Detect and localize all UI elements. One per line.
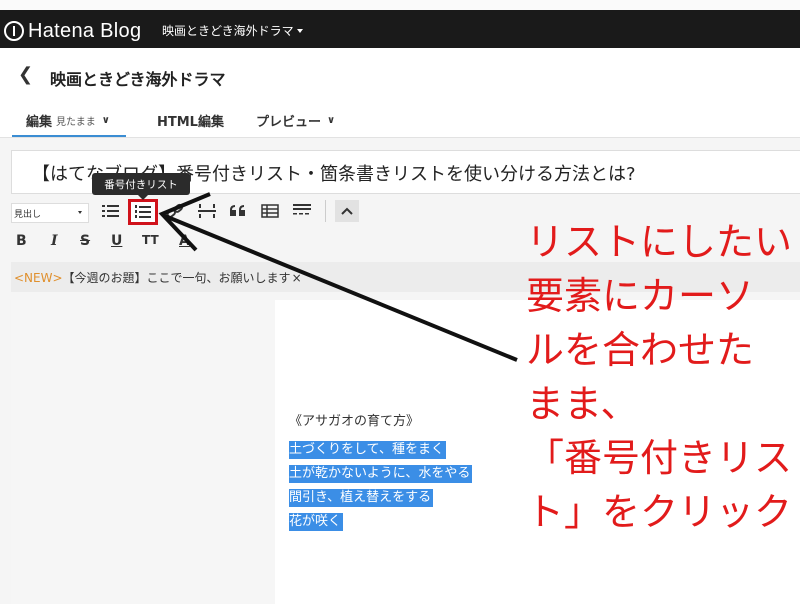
new-badge: <NEW>	[14, 271, 63, 285]
caret-down-icon	[296, 28, 303, 33]
annotation-line: ト」をクリック	[526, 490, 793, 534]
blog-selector-label: 映画ときどき海外ドラマ	[162, 24, 294, 38]
table-icon[interactable]	[258, 200, 282, 222]
tab-html-edit[interactable]: HTML編集	[157, 104, 224, 137]
list-item-text: 花が咲く	[289, 513, 344, 531]
chevron-left-icon[interactable]: ❮	[18, 64, 33, 85]
page-title: 映画ときどき海外ドラマ	[50, 70, 226, 89]
close-icon[interactable]: ×	[292, 271, 302, 285]
dropdown-arrow-icon	[78, 211, 82, 214]
hatena-logo-icon	[4, 21, 24, 41]
read-more-icon[interactable]	[290, 200, 314, 222]
bullet-list-icon[interactable]	[99, 200, 123, 222]
list-item: 土づくりをして、種をまく	[289, 438, 472, 462]
chevron-down-icon: ∨	[327, 115, 336, 126]
text-color-button[interactable]: A	[179, 233, 190, 249]
tab-preview-label: プレビュー	[256, 115, 322, 130]
blockquote-icon[interactable]	[226, 200, 250, 222]
annotation-line: 要素にカーソ	[526, 274, 755, 318]
list-item-text: 土が乾かないように、水をやる	[289, 465, 473, 483]
italic-button[interactable]: I	[51, 233, 58, 249]
chevron-down-icon: ∨	[101, 115, 110, 126]
tab-edit[interactable]: 編集 見たまま ∨	[26, 104, 110, 137]
blog-selector[interactable]: 映画ときどき海外ドラマ	[162, 22, 303, 39]
list-item-text: 間引き、植え替えをする	[289, 489, 434, 507]
chevron-up-icon[interactable]	[335, 200, 359, 222]
annotation-line: 「番号付きリス	[526, 436, 793, 480]
style-select[interactable]: 見出し	[11, 203, 89, 223]
hatena-logo[interactable]: Hatena Blog	[4, 18, 141, 44]
bold-button[interactable]: B	[16, 233, 27, 249]
tab-edit-sublabel: 見たまま	[56, 117, 96, 128]
weekly-topic-text: 【今週のお題】ここで一句、お願いします	[62, 271, 291, 285]
annotation-line: まま、	[526, 382, 639, 426]
horizontal-rule-icon[interactable]	[195, 200, 219, 222]
strikethrough-button[interactable]: S	[80, 233, 90, 249]
list-item: 土が乾かないように、水をやる	[289, 462, 473, 486]
list-item: 花が咲く	[289, 510, 472, 534]
annotation-line: リストにしたい	[526, 220, 793, 264]
link-icon[interactable]	[163, 200, 187, 222]
tab-edit-label: 編集	[26, 115, 53, 130]
tab-preview[interactable]: プレビュー ∨	[256, 104, 335, 137]
list-item-text: 土づくりをして、種をまく	[289, 441, 446, 459]
annotation-text: リストにしたい 要素にカーソ ルを合わせた まま、 「番号付きリス ト」をクリッ…	[526, 215, 800, 539]
browser-strip	[0, 0, 800, 10]
doc-heading: 《アサガオの育て方》	[289, 414, 420, 429]
numbered-list-icon[interactable]	[128, 199, 158, 225]
selected-list[interactable]: 土づくりをして、種をまく 土が乾かないように、水をやる 間引き、植え替えをする …	[289, 438, 473, 534]
underline-button[interactable]: U	[111, 233, 122, 249]
style-select-value: 見出し	[14, 210, 42, 220]
logo-text: Hatena Blog	[28, 19, 142, 42]
annotation-line: ルを合わせた	[526, 328, 755, 372]
toolbar-separator	[325, 200, 326, 222]
editor-tabs: 編集 見たまま ∨ HTML編集 プレビュー ∨	[0, 104, 800, 138]
font-size-button[interactable]: TT	[142, 233, 159, 247]
numbered-list-tooltip: 番号付きリスト	[92, 173, 190, 200]
tab-html-label: HTML編集	[157, 115, 224, 130]
list-item: 間引き、植え替えをする	[289, 486, 472, 510]
